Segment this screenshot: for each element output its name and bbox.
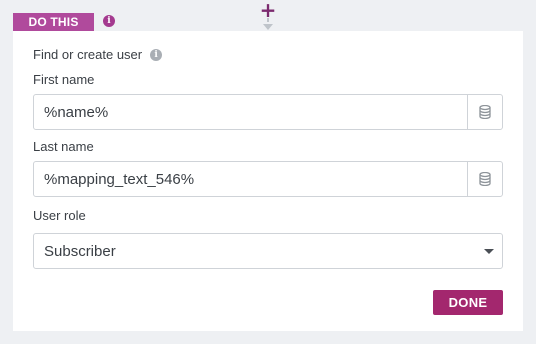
last-name-field[interactable]: %mapping_text_546%: [33, 161, 503, 197]
last-name-label: Last name: [33, 139, 94, 154]
done-button[interactable]: DONE: [433, 290, 503, 315]
user-role-select[interactable]: Subscriber: [33, 233, 503, 269]
chevron-down-icon[interactable]: [484, 248, 494, 254]
arrow-down-icon: [263, 24, 273, 30]
info-icon[interactable]: i: [103, 15, 115, 27]
section-title: Find or create user i: [33, 47, 163, 62]
last-name-database-button[interactable]: [467, 162, 502, 196]
action-card: Find or create user i First name %name% …: [13, 31, 523, 331]
section-title-text: Find or create user: [33, 47, 143, 62]
last-name-value[interactable]: %mapping_text_546%: [34, 171, 467, 188]
user-role-selected[interactable]: Subscriber: [34, 243, 484, 260]
add-step-connector[interactable]: +: [258, 0, 278, 30]
info-icon[interactable]: i: [150, 48, 163, 61]
database-icon: [479, 172, 491, 186]
first-name-value[interactable]: %name%: [34, 104, 467, 121]
user-role-label: User role: [33, 208, 86, 223]
plus-icon[interactable]: +: [260, 0, 277, 20]
database-icon: [479, 105, 491, 119]
first-name-label: First name: [33, 72, 95, 87]
connector-line: [267, 18, 269, 22]
first-name-field[interactable]: %name%: [33, 94, 503, 130]
do-this-tab: DO THIS: [13, 13, 94, 31]
first-name-database-button[interactable]: [467, 95, 502, 129]
